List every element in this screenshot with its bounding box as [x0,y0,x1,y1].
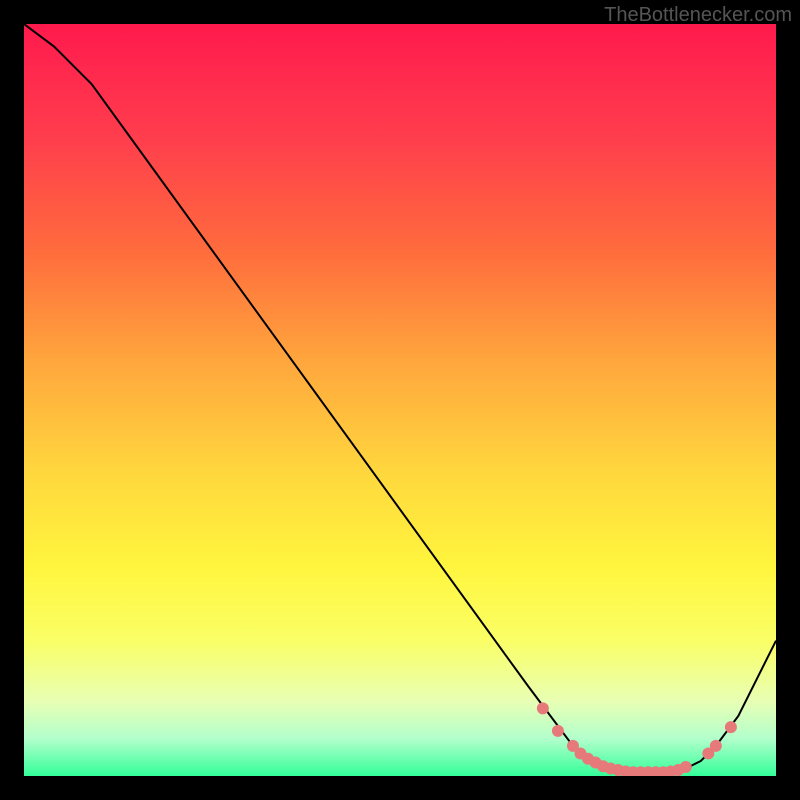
watermark-text: TheBottlenecker.com [604,4,792,27]
chart-container [24,24,776,776]
gradient-background [24,24,776,776]
